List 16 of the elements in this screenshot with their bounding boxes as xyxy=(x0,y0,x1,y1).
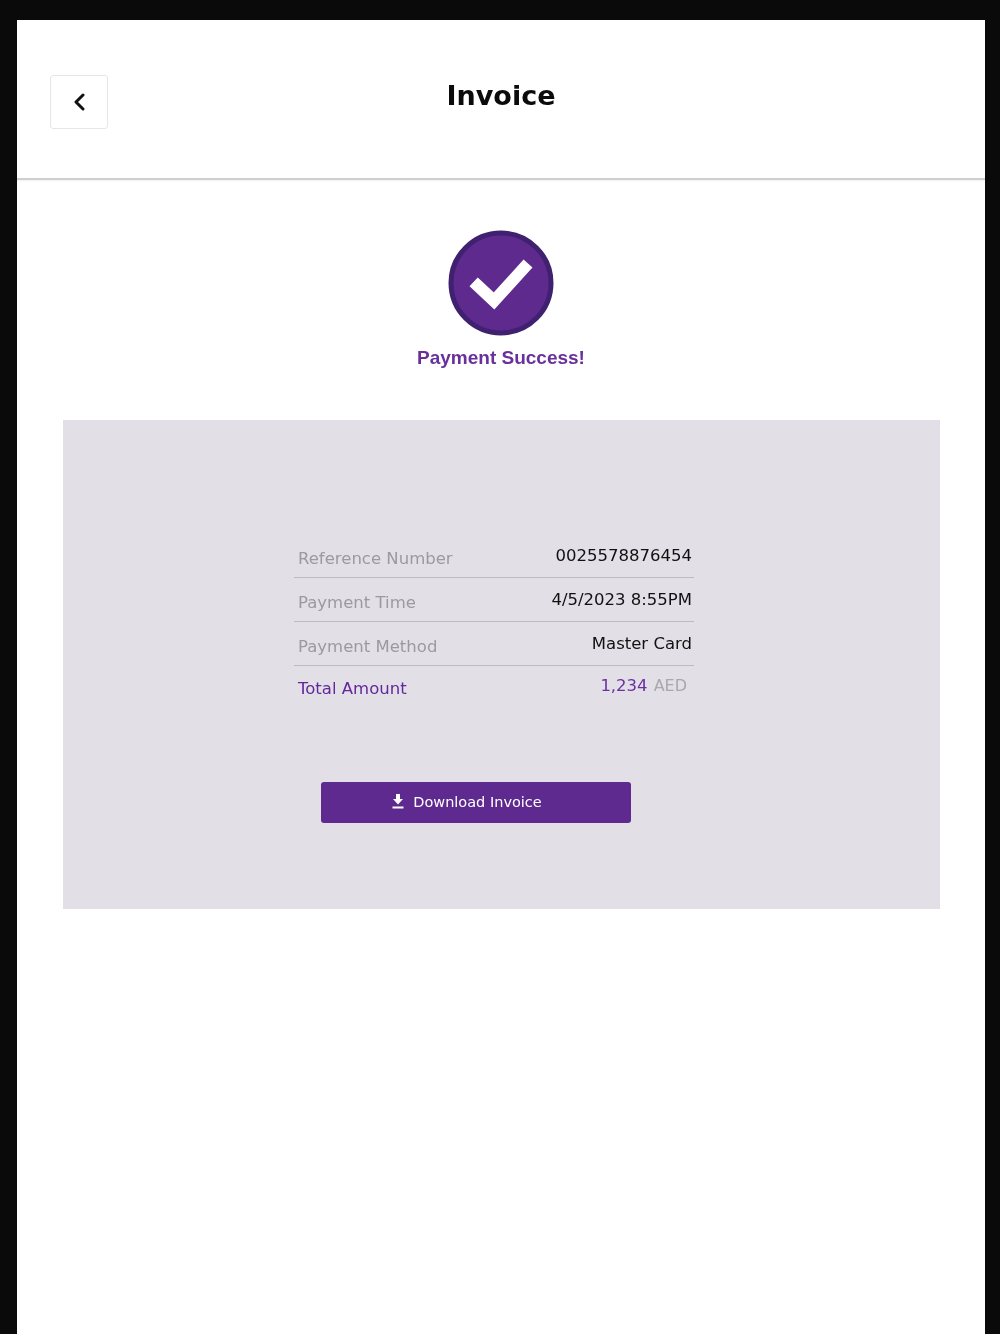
total-label: Total Amount xyxy=(298,678,407,698)
check-circle-icon xyxy=(448,230,554,336)
amount-value: 1,234 xyxy=(600,675,648,695)
detail-value: 4/5/2023 8:55PM xyxy=(551,590,692,609)
chevron-left-icon xyxy=(73,93,85,111)
download-icon xyxy=(392,794,405,809)
detail-label: Payment Time xyxy=(298,592,416,612)
status-message: Payment Success! xyxy=(417,346,585,370)
back-button[interactable] xyxy=(50,75,108,129)
currency-label: AED xyxy=(653,675,687,695)
detail-value: Master Card xyxy=(591,634,692,653)
download-button[interactable]: Download Invoice xyxy=(321,782,631,823)
detail-label: Reference Number xyxy=(298,548,453,568)
page-title: Invoice xyxy=(446,79,556,113)
detail-value: 0025578876454 xyxy=(555,546,692,565)
detail-label: Payment Method xyxy=(298,636,438,656)
